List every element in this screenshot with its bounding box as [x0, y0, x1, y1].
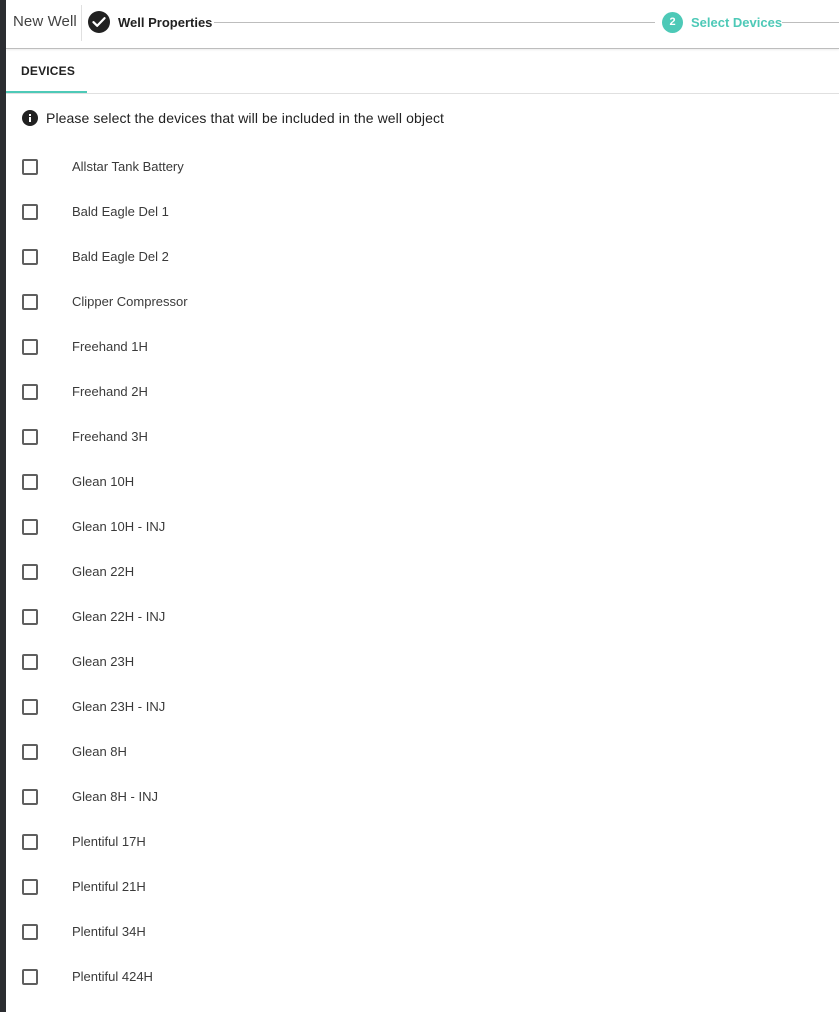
device-row[interactable]: Freehand 1H [6, 324, 839, 369]
device-checkbox[interactable] [22, 339, 38, 355]
device-label: Plentiful 34H [72, 924, 146, 939]
device-row[interactable]: Glean 22H [6, 549, 839, 594]
device-label: Plentiful 17H [72, 834, 146, 849]
device-checkbox[interactable] [22, 429, 38, 445]
device-label: Plentiful 424H [72, 969, 153, 984]
device-row[interactable]: Plentiful 34H [6, 909, 839, 954]
device-checkbox[interactable] [22, 654, 38, 670]
device-label: Bald Eagle Del 2 [72, 249, 169, 264]
device-row[interactable]: Plentiful 17H [6, 819, 839, 864]
step-connector [214, 22, 655, 23]
device-row[interactable]: Glean 10H - INJ [6, 504, 839, 549]
device-label: Freehand 1H [72, 339, 148, 354]
device-label: Glean 8H - INJ [72, 789, 158, 804]
device-checkbox[interactable] [22, 564, 38, 580]
check-icon[interactable] [88, 11, 110, 33]
device-row[interactable]: Freehand 3H [6, 414, 839, 459]
tab-devices-label: DEVICES [21, 64, 76, 78]
device-checkbox[interactable] [22, 474, 38, 490]
title-divider [81, 5, 82, 41]
device-label: Glean 22H [72, 564, 135, 579]
device-row[interactable]: Glean 8H - INJ [6, 774, 839, 819]
info-text: Please select the devices that will be i… [46, 110, 445, 126]
device-checkbox[interactable] [22, 744, 38, 760]
device-checkbox[interactable] [22, 249, 38, 265]
step-number-badge[interactable]: 2 [662, 12, 683, 33]
device-checkbox[interactable] [22, 294, 38, 310]
info-icon [22, 110, 38, 126]
device-checkbox[interactable] [22, 384, 38, 400]
tab-bar: DEVICES [6, 49, 839, 94]
device-checkbox[interactable] [22, 969, 38, 985]
device-row[interactable]: Plentiful 424H [6, 954, 839, 999]
device-label: Freehand 3H [72, 429, 148, 444]
device-checkbox[interactable] [22, 789, 38, 805]
dialog-title: New Well [13, 13, 77, 30]
new-well-dialog: New Well Well Properties 2 Select Device… [6, 0, 839, 1012]
device-label: Glean 10H [72, 474, 135, 489]
device-label: Glean 10H - INJ [72, 519, 166, 534]
device-label: Bald Eagle Del 1 [72, 204, 169, 219]
device-label: Glean 23H [72, 654, 135, 669]
device-checkbox[interactable] [22, 204, 38, 220]
device-label: Plentiful 21H [72, 879, 146, 894]
step-connector-trailing [782, 22, 839, 23]
device-row[interactable]: Bald Eagle Del 1 [6, 189, 839, 234]
device-row[interactable]: Freehand 2H [6, 369, 839, 414]
device-row[interactable]: Glean 8H [6, 729, 839, 774]
device-row[interactable]: Glean 22H - INJ [6, 594, 839, 639]
device-checkbox[interactable] [22, 519, 38, 535]
device-list: Allstar Tank Battery Bald Eagle Del 1 Bald… [6, 144, 839, 999]
device-label: Allstar Tank Battery [72, 159, 184, 174]
device-checkbox[interactable] [22, 879, 38, 895]
device-checkbox[interactable] [22, 699, 38, 715]
device-label: Glean 8H [72, 744, 127, 759]
device-label: Glean 22H - INJ [72, 609, 166, 624]
device-checkbox[interactable] [22, 609, 38, 625]
device-row[interactable]: Clipper Compressor [6, 279, 839, 324]
stepper-header: New Well Well Properties 2 Select Device… [6, 0, 839, 49]
device-label: Clipper Compressor [72, 294, 188, 309]
device-row[interactable]: Bald Eagle Del 2 [6, 234, 839, 279]
device-checkbox[interactable] [22, 924, 38, 940]
device-row[interactable]: Glean 23H - INJ [6, 684, 839, 729]
device-row[interactable]: Allstar Tank Battery [6, 144, 839, 189]
step-select-devices[interactable]: Select Devices [691, 15, 782, 30]
tab-devices[interactable]: DEVICES [6, 49, 87, 93]
device-label: Freehand 2H [72, 384, 148, 399]
step-well-properties[interactable]: Well Properties [118, 15, 212, 30]
device-row[interactable]: Glean 10H [6, 459, 839, 504]
device-checkbox[interactable] [22, 834, 38, 850]
device-row[interactable]: Glean 23H [6, 639, 839, 684]
device-label: Glean 23H - INJ [72, 699, 166, 714]
device-row[interactable]: Plentiful 21H [6, 864, 839, 909]
device-checkbox[interactable] [22, 159, 38, 175]
